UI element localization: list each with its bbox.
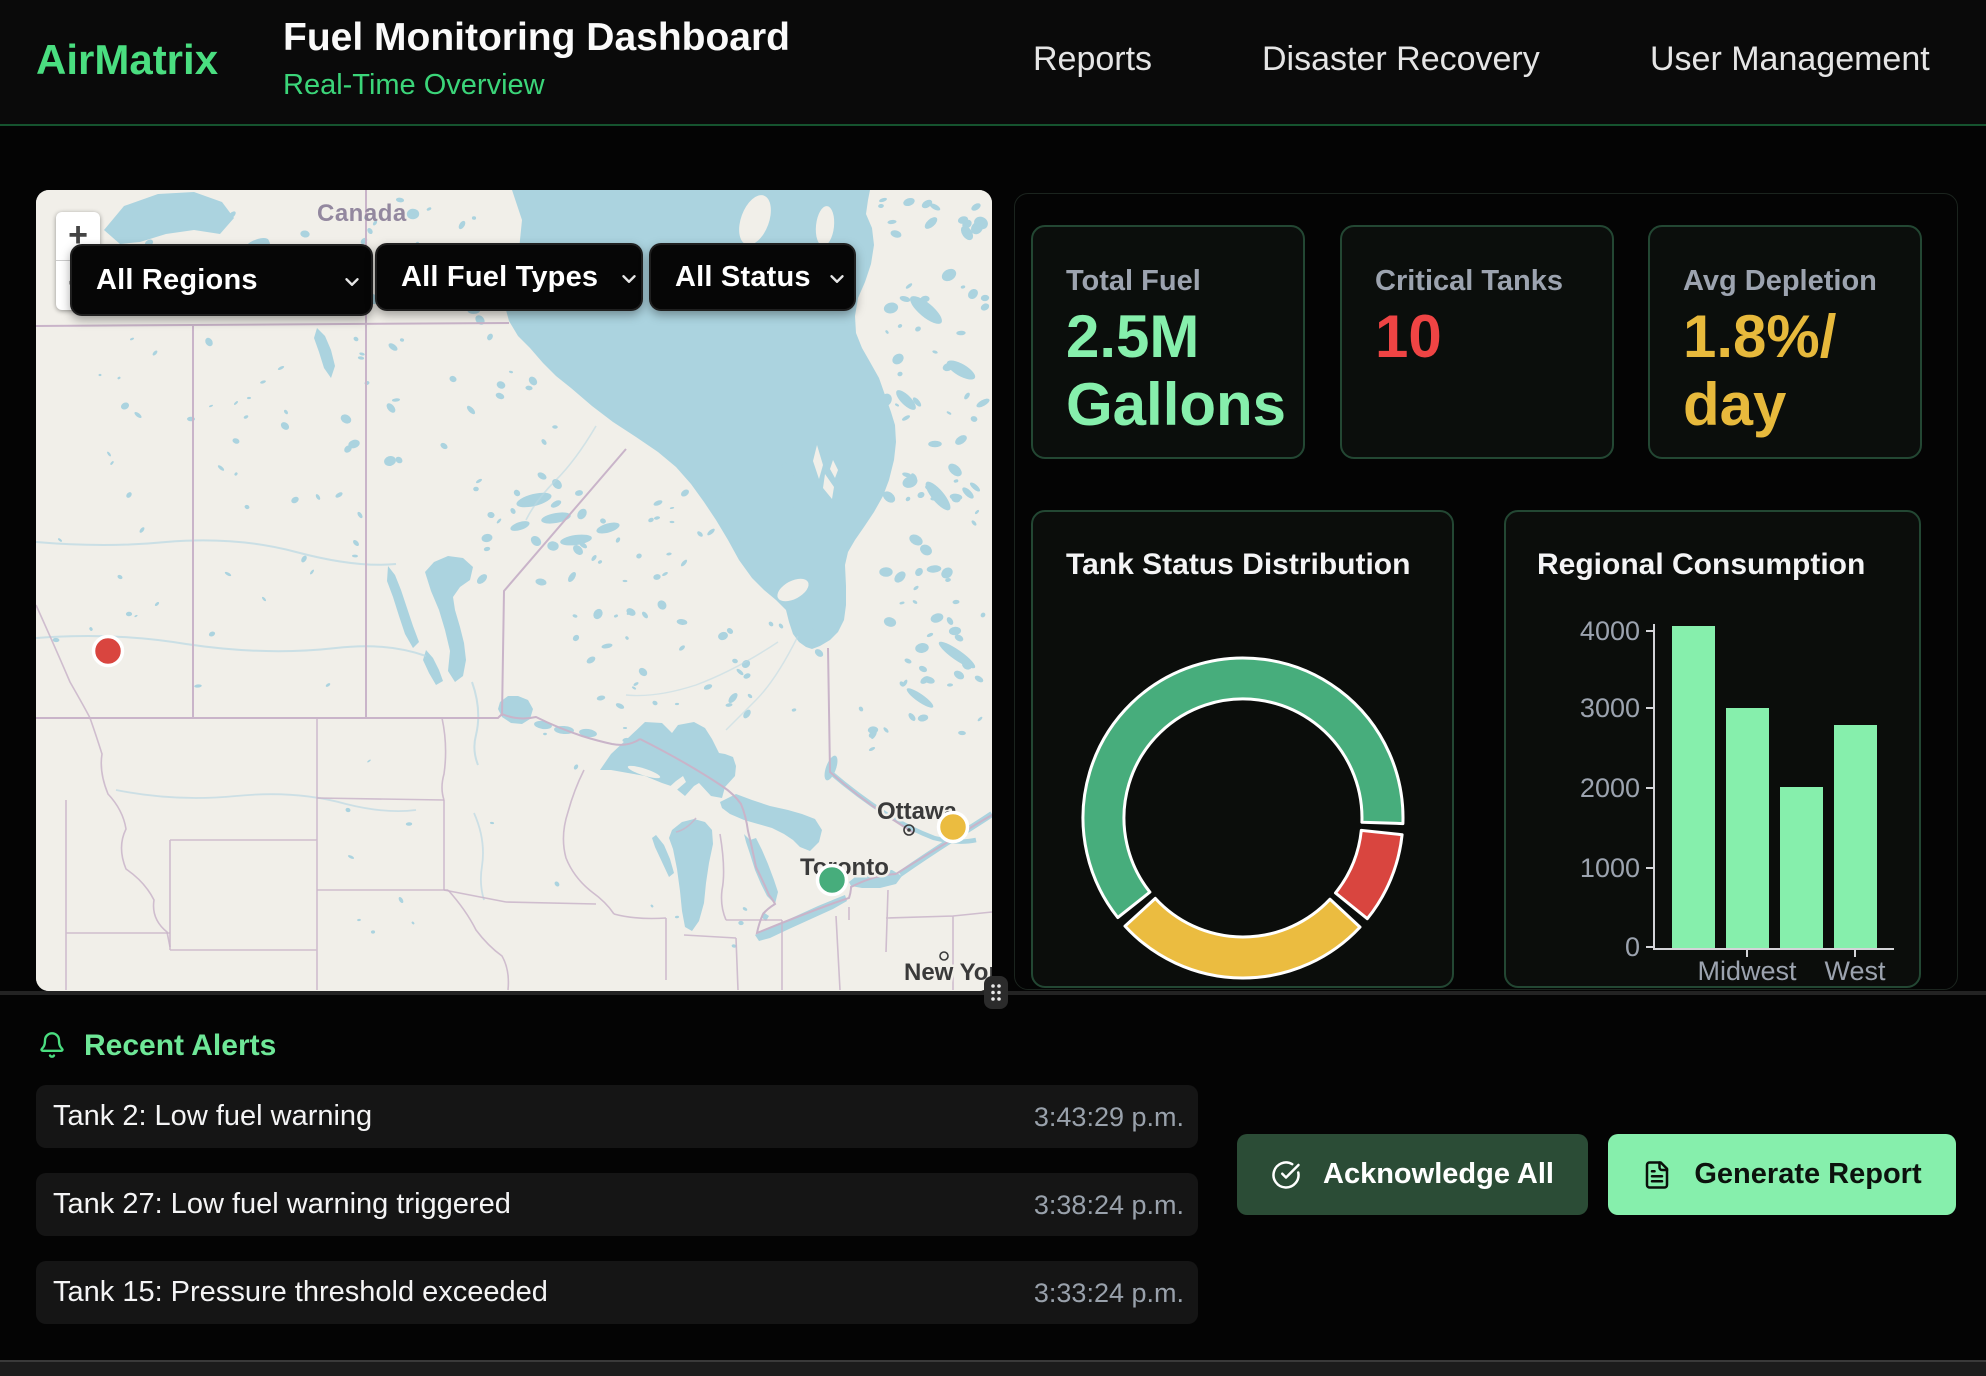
svg-text:West: West — [1824, 956, 1886, 986]
svg-text:0: 0 — [1625, 932, 1640, 962]
svg-text:4000: 4000 — [1580, 616, 1640, 646]
svg-text:Canada: Canada — [317, 200, 407, 227]
svg-text:3000: 3000 — [1580, 693, 1640, 723]
svg-text:1000: 1000 — [1580, 853, 1640, 883]
svg-text:New York: New York — [904, 959, 992, 986]
svg-text:2000: 2000 — [1580, 773, 1640, 803]
svg-text:Midwest: Midwest — [1697, 956, 1797, 986]
